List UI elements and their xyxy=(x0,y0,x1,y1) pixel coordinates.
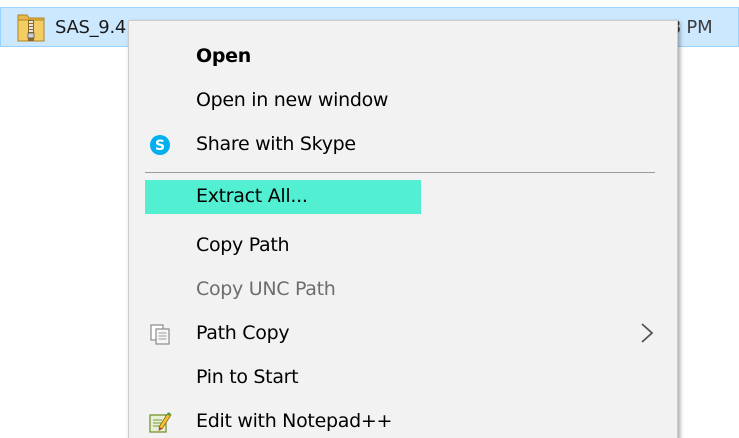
chevron-right-icon[interactable] xyxy=(637,321,657,345)
menu-item-label: Path Copy xyxy=(196,322,290,344)
notepad-plus-plus-icon xyxy=(149,412,172,433)
menu-item-path-copy[interactable]: Path Copy xyxy=(145,317,421,351)
menu-item-share-with-skype[interactable]: S Share with Skype xyxy=(145,128,421,162)
menu-item-pin-to-start[interactable]: Pin to Start xyxy=(145,361,421,395)
skype-icon: S xyxy=(150,135,170,155)
menu-item-copy-unc-path: Copy UNC Path xyxy=(145,273,421,307)
menu-item-label: Extract All... xyxy=(196,185,308,207)
svg-text:S: S xyxy=(155,138,165,154)
menu-item-label: Copy Path xyxy=(196,234,290,256)
path-copy-icon xyxy=(150,324,170,345)
menu-item-label: Copy UNC Path xyxy=(196,278,336,300)
file-name: SAS_9.4 xyxy=(55,17,127,38)
menu-item-label: Pin to Start xyxy=(196,366,299,388)
menu-item-label: Open in new window xyxy=(196,89,389,111)
menu-item-label: Edit with Notepad++ xyxy=(196,410,393,432)
zip-folder-icon xyxy=(17,14,45,42)
context-menu: Open Open in new window S Share with Sky… xyxy=(128,20,678,438)
menu-item-extract-all[interactable]: Extract All... xyxy=(145,180,421,214)
menu-separator xyxy=(145,172,655,173)
menu-item-edit-with-notepad-plus-plus[interactable]: Edit with Notepad++ xyxy=(145,405,421,438)
menu-item-open[interactable]: Open xyxy=(145,40,421,74)
menu-item-open-in-new-window[interactable]: Open in new window xyxy=(145,84,421,118)
menu-item-label: Share with Skype xyxy=(196,133,356,155)
menu-item-label: Open xyxy=(196,45,251,67)
menu-item-copy-path[interactable]: Copy Path xyxy=(145,229,421,263)
explorer-window: SAS_9.4 10/14/2020 9:08 PM Open Open in … xyxy=(0,0,739,438)
